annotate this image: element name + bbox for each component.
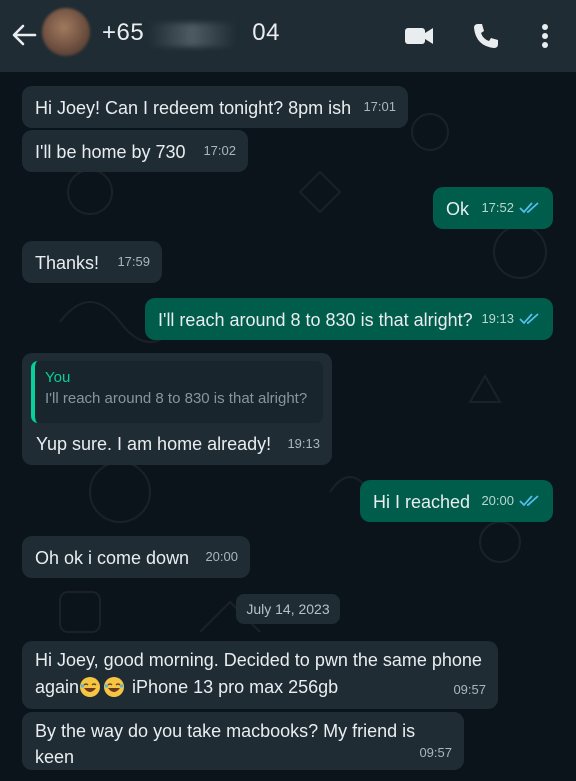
message-meta: 20:00 xyxy=(205,544,238,570)
message-text: I'll reach around 8 to 830 is that alrig… xyxy=(158,310,473,330)
message-outgoing[interactable]: I'll reach around 8 to 830 is that alrig… xyxy=(145,298,553,340)
message-text-line2-start: again xyxy=(35,677,80,697)
quote-author: You xyxy=(45,369,71,386)
message-incoming-reply[interactable]: You I'll reach around 8 to 830 is that a… xyxy=(22,353,332,465)
message-incoming[interactable]: Thanks! 17:59 xyxy=(22,241,162,283)
laughing-emoji-icon xyxy=(80,677,101,697)
more-options-icon[interactable] xyxy=(529,20,561,52)
message-meta: 17:52 xyxy=(481,195,541,221)
date-separator: July 14, 2023 xyxy=(236,594,340,624)
message-text: By the way do you take macbooks? My frie… xyxy=(35,721,416,767)
message-incoming[interactable]: Hi Joey! Can I redeem tonight? 8pm ish 1… xyxy=(22,86,408,128)
message-incoming[interactable]: Hi Joey, good morning. Decided to pwn th… xyxy=(22,641,498,709)
message-meta: 20:00 xyxy=(481,488,541,514)
contact-avatar[interactable] xyxy=(42,8,90,56)
message-text: Hi Joey! Can I redeem tonight? 8pm ish xyxy=(35,98,352,118)
message-text: I'll be home by 730 xyxy=(35,142,186,162)
contact-name-prefix: +65 xyxy=(102,19,145,46)
message-text-line1: Hi Joey, good morning. Decided to pwn th… xyxy=(35,650,482,670)
quoted-message[interactable]: You I'll reach around 8 to 830 is that a… xyxy=(31,361,323,423)
message-time: 09:57 xyxy=(419,745,452,760)
message-time: 17:59 xyxy=(117,254,150,269)
message-time: 19:13 xyxy=(287,436,320,451)
message-text-line2: again iPhone 13 pro max 256gb xyxy=(35,674,485,701)
voice-call-icon[interactable] xyxy=(470,20,502,52)
message-meta: 17:02 xyxy=(203,138,236,164)
message-meta: 17:01 xyxy=(363,94,396,120)
double-check-icon xyxy=(519,202,539,214)
message-text: Hi I reached xyxy=(373,492,471,512)
message-meta: 19:13 xyxy=(287,431,320,457)
message-text: Oh ok i come down xyxy=(35,548,190,568)
message-text-line2-end: iPhone 13 pro max 256gb xyxy=(127,677,339,697)
double-check-icon xyxy=(519,495,539,507)
message-incoming[interactable]: Oh ok i come down 20:00 xyxy=(22,536,250,578)
laughing-emoji-icon xyxy=(104,677,125,697)
message-text: Yup sure. I am home already! xyxy=(36,434,272,454)
message-text: Thanks! xyxy=(35,253,100,273)
chat-header: +65 04 xyxy=(0,0,576,72)
message-incoming[interactable]: By the way do you take macbooks? My frie… xyxy=(22,712,464,770)
contact-name-suffix: 04 xyxy=(252,19,280,46)
message-outgoing[interactable]: Hi I reached 20:00 xyxy=(360,480,553,522)
back-arrow-icon[interactable] xyxy=(10,21,38,49)
message-time: 17:02 xyxy=(203,143,236,158)
message-meta: 19:13 xyxy=(481,306,541,332)
message-meta: 09:57 xyxy=(419,740,452,766)
quote-text: I'll reach around 8 to 830 is that alrig… xyxy=(45,390,308,407)
message-outgoing[interactable]: Ok 17:52 xyxy=(433,187,553,229)
message-time: 17:01 xyxy=(363,99,396,114)
message-time: 20:00 xyxy=(481,493,514,508)
message-incoming[interactable]: I'll be home by 730 17:02 xyxy=(22,130,248,172)
message-time: 19:13 xyxy=(481,311,514,326)
redacted-number xyxy=(148,23,236,47)
message-time: 20:00 xyxy=(205,549,238,564)
message-time: 09:57 xyxy=(453,682,486,697)
video-call-icon[interactable] xyxy=(403,20,435,52)
message-meta: 17:59 xyxy=(117,249,150,275)
double-check-icon xyxy=(519,313,539,325)
message-text: Ok xyxy=(446,199,470,219)
message-meta: 09:57 xyxy=(453,676,486,703)
message-time: 17:52 xyxy=(481,200,514,215)
